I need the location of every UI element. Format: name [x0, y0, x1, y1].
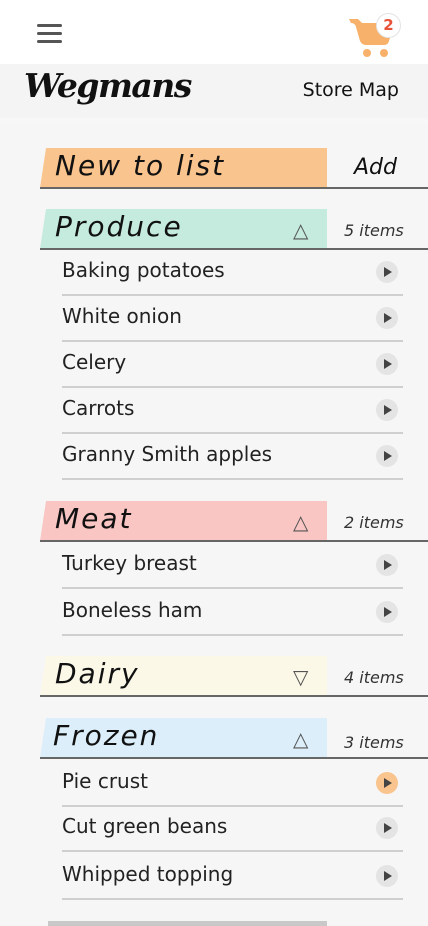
- divider: [40, 540, 428, 542]
- collapse-toggle-icon[interactable]: △: [293, 727, 308, 751]
- list-item[interactable]: Granny Smith apples: [62, 434, 403, 480]
- item-label: Boneless ham: [62, 598, 203, 622]
- next-category-tab: [48, 921, 327, 926]
- category-header-dairy[interactable]: Dairy ▽ 4 items: [40, 656, 428, 697]
- play-icon[interactable]: [376, 865, 398, 887]
- category-header-meat[interactable]: Meat △ 2 items: [40, 501, 428, 542]
- list-item[interactable]: Cut green beans: [62, 806, 403, 852]
- collapse-toggle-icon[interactable]: △: [293, 218, 308, 242]
- list-item[interactable]: Carrots: [62, 388, 403, 434]
- divider: [40, 695, 428, 697]
- play-icon[interactable]: [376, 817, 398, 839]
- list-item[interactable]: Pie crust: [62, 761, 403, 807]
- play-icon[interactable]: [376, 601, 398, 623]
- play-icon[interactable]: [376, 399, 398, 421]
- item-label: Pie crust: [62, 769, 148, 793]
- list-item[interactable]: Turkey breast: [62, 543, 403, 589]
- cart-count-badge: 2: [376, 13, 401, 38]
- item-label: Baking potatoes: [62, 258, 225, 282]
- wegmans-logo: Wegmans: [24, 66, 192, 105]
- category-header-produce[interactable]: Produce △ 5 items: [40, 209, 428, 250]
- list-item[interactable]: Baking potatoes: [62, 250, 403, 296]
- list-item[interactable]: White onion: [62, 296, 403, 342]
- item-label: Granny Smith apples: [62, 442, 273, 466]
- add-button[interactable]: Add: [354, 155, 397, 180]
- collapse-toggle-icon[interactable]: △: [293, 510, 308, 534]
- play-icon[interactable]: [376, 261, 398, 283]
- category-title: Meat: [55, 502, 133, 535]
- list-item[interactable]: Boneless ham: [62, 590, 403, 636]
- list-item[interactable]: Whipped topping: [62, 854, 403, 900]
- category-title: Frozen: [53, 719, 160, 752]
- category-title: Produce: [55, 210, 183, 243]
- divider: [40, 757, 428, 759]
- item-label: Carrots: [62, 396, 135, 420]
- list-item[interactable]: Celery: [62, 342, 403, 388]
- item-label: Cut green beans: [62, 814, 228, 838]
- play-icon[interactable]: [376, 353, 398, 375]
- play-icon[interactable]: [376, 307, 398, 329]
- store-map-link[interactable]: Store Map: [303, 79, 399, 101]
- play-icon[interactable]: [376, 445, 398, 467]
- item-count: 4 items: [344, 668, 404, 687]
- divider: [40, 187, 428, 189]
- item-count: 5 items: [344, 221, 404, 240]
- hamburger-icon[interactable]: [37, 24, 63, 46]
- category-header-frozen[interactable]: Frozen △ 3 items: [40, 718, 428, 759]
- new-to-list-title: New to list: [55, 149, 226, 182]
- item-count: 2 items: [344, 513, 404, 532]
- category-title: Dairy: [55, 657, 140, 690]
- play-icon[interactable]: [376, 772, 398, 794]
- item-label: Turkey breast: [62, 551, 197, 575]
- play-icon[interactable]: [376, 554, 398, 576]
- item-label: White onion: [62, 304, 182, 328]
- item-label: Celery: [62, 350, 127, 374]
- item-count: 3 items: [344, 733, 404, 752]
- item-label: Whipped topping: [62, 862, 234, 886]
- expand-toggle-icon[interactable]: ▽: [293, 665, 308, 689]
